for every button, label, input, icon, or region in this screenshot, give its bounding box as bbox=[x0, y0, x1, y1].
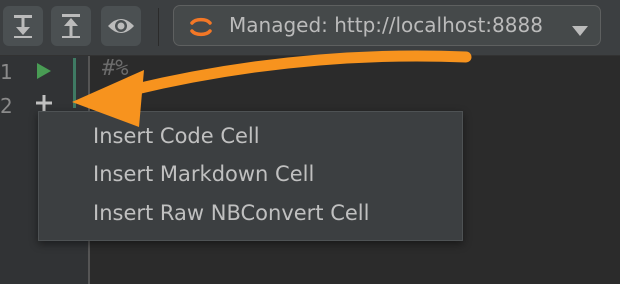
line-number-2: 2 bbox=[0, 94, 13, 118]
run-all-above-button[interactable] bbox=[51, 6, 91, 46]
server-label: Managed: http://localhost:8888 bbox=[229, 13, 543, 37]
cell-marker bbox=[73, 58, 76, 108]
run-cell-icon[interactable] bbox=[36, 62, 52, 84]
run-all-above-icon bbox=[59, 13, 83, 39]
chevron-down-icon[interactable] bbox=[572, 21, 588, 40]
notebook-toolbar: Managed: http://localhost:8888 bbox=[0, 0, 620, 56]
toolbar-separator bbox=[158, 8, 159, 46]
menu-item-insert-markdown-cell[interactable]: Insert Markdown Cell bbox=[39, 155, 462, 193]
code-line-1[interactable]: #% bbox=[102, 56, 129, 81]
insert-cell-menu: Insert Code Cell Insert Markdown Cell In… bbox=[38, 111, 463, 241]
menu-item-insert-raw-nbconvert-cell[interactable]: Insert Raw NBConvert Cell bbox=[39, 194, 462, 232]
jupyter-server-selector[interactable]: Managed: http://localhost:8888 bbox=[173, 5, 601, 46]
preview-button[interactable] bbox=[101, 6, 141, 46]
jupyter-icon bbox=[188, 14, 214, 44]
line-number-1: 1 bbox=[0, 60, 13, 84]
run-all-button[interactable] bbox=[3, 6, 43, 46]
run-all-icon bbox=[11, 13, 35, 39]
menu-item-insert-code-cell[interactable]: Insert Code Cell bbox=[39, 117, 462, 155]
preview-eye-icon bbox=[107, 16, 135, 36]
